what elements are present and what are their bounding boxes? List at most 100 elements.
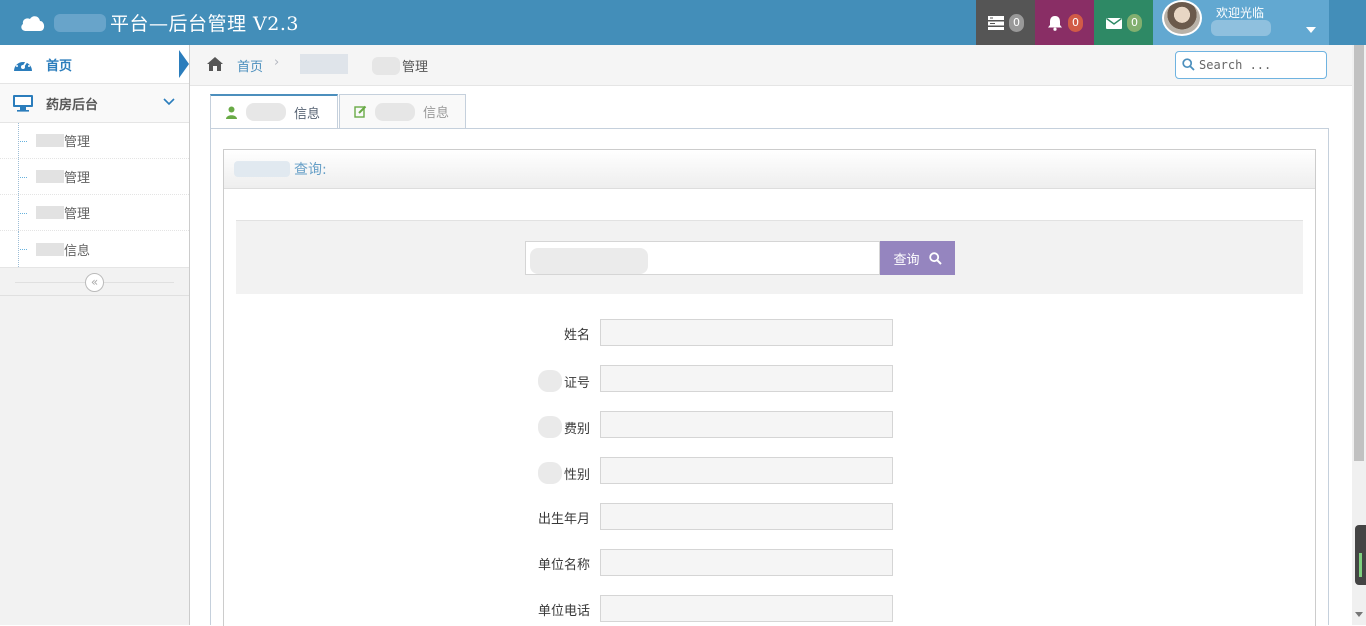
field-label-wrap: 费别 <box>537 416 590 438</box>
field-label: 单位电话 <box>537 604 590 619</box>
id-number-field[interactable] <box>600 365 893 392</box>
sidebar-subitem-label: 信息 <box>64 243 91 259</box>
tasks-icon <box>988 15 1004 30</box>
tab-content: 查询: 查询 姓名 证号 费别 性别 出生年月 单位名称 单位电话 <box>210 128 1329 626</box>
breadcrumb-separator-icon: › <box>274 55 280 70</box>
sidebar-collapse-bar: « <box>0 268 189 296</box>
label-redacted <box>36 170 64 183</box>
query-button[interactable]: 查询 <box>880 241 955 275</box>
tab-edit-info[interactable]: 信息 <box>339 94 466 129</box>
field-label: 单位名称 <box>537 558 590 573</box>
top-navbar: 平台—后台管理 V2.3 0 0 0 欢迎光临 <box>0 0 1366 45</box>
field-label-wrap: 证号 <box>537 370 590 392</box>
label-redacted <box>537 462 562 484</box>
search-icon <box>1182 58 1195 71</box>
notifications-button[interactable]: 0 <box>1035 0 1094 45</box>
breadcrumb-current-label: 管理 <box>402 60 429 75</box>
double-angle-left-icon[interactable]: « <box>85 273 104 292</box>
user-icon <box>226 106 237 119</box>
notifications-badge: 0 <box>1068 13 1083 32</box>
cloud-icon <box>21 15 45 31</box>
chevron-down-icon <box>163 98 175 106</box>
label-redacted <box>36 242 64 256</box>
welcome-text: 欢迎光临 <box>1216 6 1265 20</box>
widget-title-label: 查询: <box>294 162 327 178</box>
tab-label: 信息 <box>294 106 321 122</box>
label-redacted <box>36 134 64 147</box>
form-row-id-number: 证号 <box>224 365 1317 393</box>
scrollbar-thumb[interactable] <box>1354 45 1364 461</box>
field-label: 性别 <box>563 467 590 483</box>
tab-label: 信息 <box>423 106 450 121</box>
form-row-company-phone: 单位电话 <box>224 595 1317 623</box>
name-field[interactable] <box>600 319 893 346</box>
sidebar: 首页 药房后台 管理 管理 管理 信息 « <box>0 45 190 625</box>
brand[interactable]: 平台—后台管理 V2.3 <box>20 0 299 45</box>
sidebar-subitem-label: 管理 <box>64 207 91 222</box>
desktop-icon <box>13 95 33 112</box>
breadcrumb-redacted <box>300 54 348 74</box>
sidebar-subitem-label: 管理 <box>64 171 91 186</box>
company-phone-field[interactable] <box>600 595 893 622</box>
dashboard-icon <box>14 58 32 71</box>
breadcrumb-current: 管理 <box>372 56 428 75</box>
envelope-icon <box>1106 17 1122 29</box>
widget-title: 查询: <box>234 159 327 179</box>
username-redacted <box>1211 20 1271 36</box>
sidebar-group-label: 药房后台 <box>46 97 99 113</box>
sidebar-subitem[interactable]: 管理 <box>0 123 189 159</box>
search-input[interactable] <box>1199 55 1323 75</box>
birth-date-field[interactable] <box>600 503 893 530</box>
tasks-button[interactable]: 0 <box>976 0 1035 45</box>
scroll-down-arrow-icon[interactable] <box>1355 612 1363 617</box>
sidebar-subitem[interactable]: 管理 <box>0 195 189 231</box>
sidebar-subitem-label: 管理 <box>64 135 91 150</box>
tab-info[interactable]: 信息 <box>210 94 338 129</box>
breadcrumb: 首页 › 管理 <box>190 45 1352 86</box>
form-row-birth-date: 出生年月 <box>224 503 1317 531</box>
field-label: 姓名 <box>563 328 590 343</box>
brand-redacted <box>54 13 106 32</box>
edit-icon <box>354 105 367 118</box>
caret-down-icon <box>1306 27 1316 33</box>
label-redacted <box>537 370 562 392</box>
field-label: 费别 <box>563 421 590 437</box>
form-row-name: 姓名 <box>224 319 1317 347</box>
form-row-company-name: 单位名称 <box>224 549 1317 577</box>
fee-type-field[interactable] <box>600 411 893 438</box>
sidebar-home-label: 首页 <box>46 58 73 74</box>
user-menu[interactable]: 欢迎光临 <box>1153 0 1329 45</box>
query-widget: 查询: 查询 姓名 证号 费别 性别 出生年月 单位名称 单位电话 <box>223 149 1316 626</box>
company-name-field[interactable] <box>600 549 893 576</box>
label-redacted <box>36 206 64 219</box>
field-label: 出生年月 <box>537 512 590 527</box>
sidebar-item-pharmacy-backend[interactable]: 药房后台 <box>0 84 189 123</box>
field-label-wrap: 性别 <box>537 462 590 484</box>
label-redacted <box>372 56 400 75</box>
form-row-fee-type: 费别 <box>224 411 1317 439</box>
app-title: 平台—后台管理 V2.3 <box>110 13 299 35</box>
bell-icon <box>1048 15 1062 31</box>
gender-field[interactable] <box>600 457 893 484</box>
home-icon <box>207 57 223 71</box>
messages-button[interactable]: 0 <box>1094 0 1153 45</box>
sidebar-subitem[interactable]: 管理 <box>0 159 189 195</box>
floating-widget[interactable] <box>1355 525 1366 585</box>
breadcrumb-home-link[interactable]: 首页 <box>237 56 263 75</box>
input-value-redacted <box>530 248 648 274</box>
query-button-label: 查询 <box>893 252 920 268</box>
tabs: 信息 信息 <box>210 94 467 129</box>
form-row-gender: 性别 <box>224 457 1317 485</box>
tasks-badge: 0 <box>1009 13 1024 32</box>
label-redacted <box>234 161 290 177</box>
avatar <box>1162 0 1202 36</box>
label-redacted <box>375 102 415 121</box>
sidebar-subitem[interactable]: 信息 <box>0 231 189 267</box>
query-input[interactable] <box>525 241 880 275</box>
sidebar-item-home[interactable]: 首页 <box>0 45 189 84</box>
nav-search <box>1175 51 1327 79</box>
query-bar: 查询 <box>236 220 1303 294</box>
messages-badge: 0 <box>1127 13 1142 32</box>
widget-header: 查询: <box>224 150 1315 189</box>
sidebar-submenu: 管理 管理 管理 信息 <box>0 123 189 268</box>
